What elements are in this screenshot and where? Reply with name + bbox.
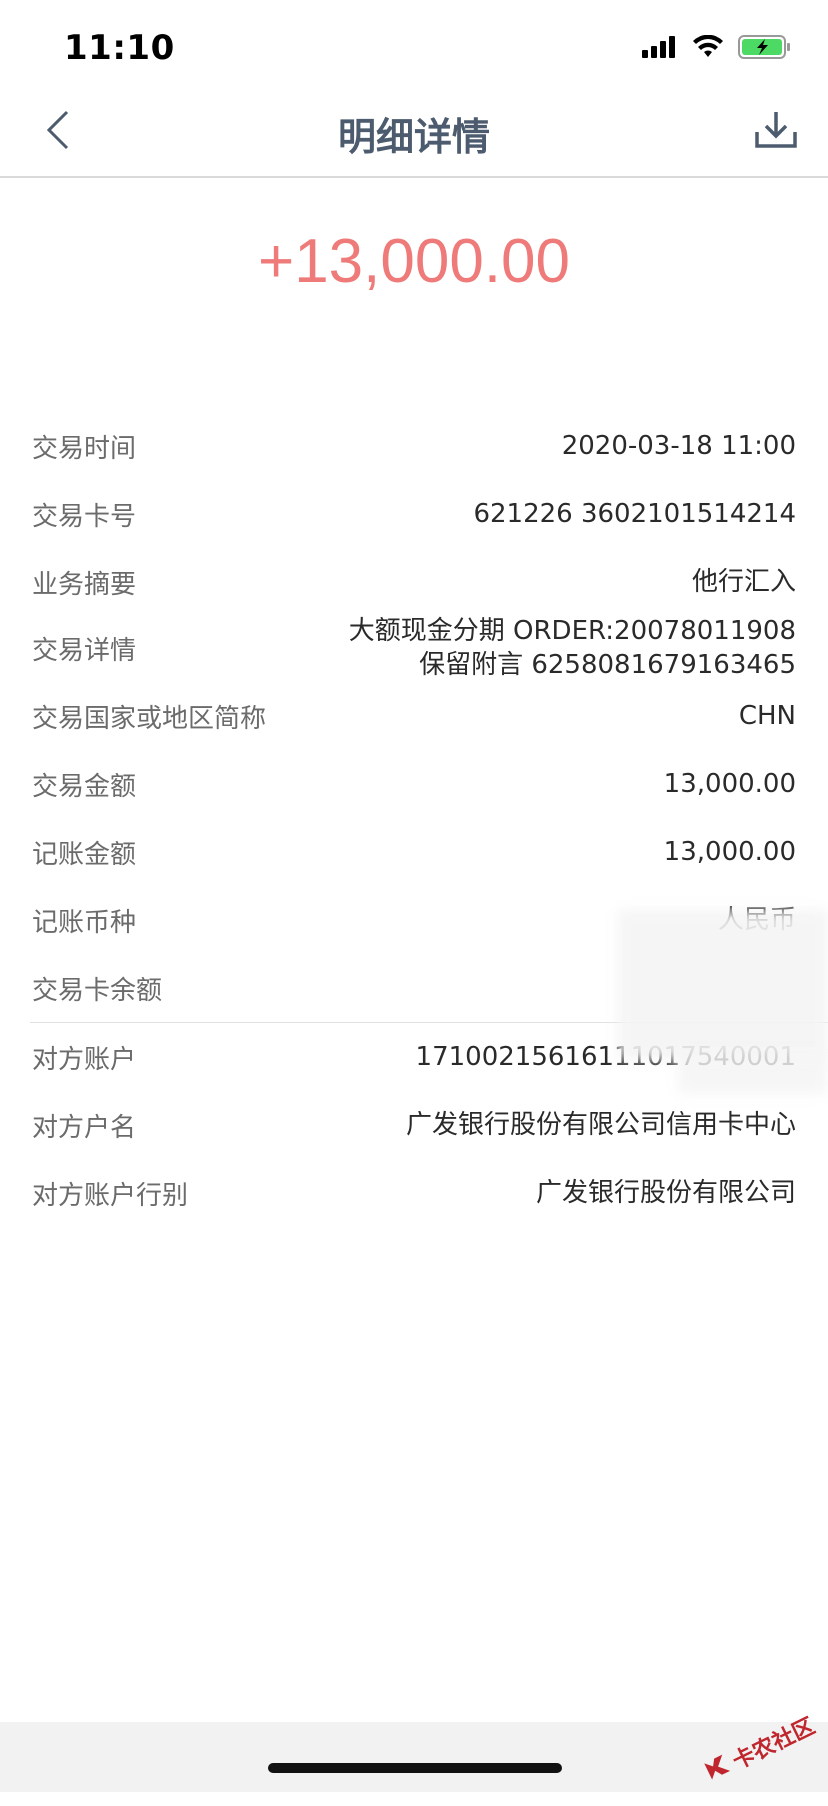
download-button[interactable] — [746, 102, 806, 162]
row-label: 交易国家或地区简称 — [32, 703, 267, 734]
row-value: CHN — [738, 701, 796, 731]
row-label: 交易卡余额 — [32, 975, 163, 1006]
home-indicator[interactable] — [268, 1763, 562, 1773]
download-icon — [754, 110, 798, 154]
signal-icon — [642, 35, 678, 63]
row-value: 13,000.00 — [663, 769, 796, 799]
row-label: 业务摘要 — [32, 569, 137, 600]
redaction-smudge — [618, 910, 828, 1060]
row-value: 2020-03-18 11:00 — [561, 431, 796, 461]
row-label: 对方户名 — [32, 1112, 137, 1143]
detail-row-detail: 交易详情 大额现金分期 ORDER:20078011908 保留附言 62580… — [0, 614, 828, 682]
row-label: 记账币种 — [32, 907, 137, 938]
detail-row-time: 交易时间 2020-03-18 11:00 — [0, 412, 828, 480]
row-label: 交易金额 — [32, 771, 137, 802]
detail-row-card: 交易卡号 621226 3602101514214 — [0, 480, 828, 548]
row-label: 记账金额 — [32, 839, 137, 870]
row-value: 他行汇入 — [691, 567, 796, 597]
row-value-multiline: 大额现金分期 ORDER:20078011908 保留附言 6258081679… — [349, 614, 796, 682]
row-label: 对方账户 — [32, 1044, 137, 1075]
row-label: 交易时间 — [32, 433, 137, 464]
detail-row-counter-bank: 对方账户行别 广发银行股份有限公司 — [0, 1159, 828, 1227]
row-label: 交易卡号 — [32, 501, 137, 532]
status-time: 11:10 — [64, 28, 175, 68]
row-value: 广发银行股份有限公司 — [535, 1178, 796, 1208]
row-value: 13,000.00 — [663, 837, 796, 867]
detail-row-trade-amount: 交易金额 13,000.00 — [0, 750, 828, 818]
detail-row-summary: 业务摘要 他行汇入 — [0, 548, 828, 616]
detail-row-book-amount: 记账金额 13,000.00 — [0, 818, 828, 886]
row-value-line: 保留附言 6258081679163465 — [419, 650, 796, 680]
detail-row-country: 交易国家或地区简称 CHN — [0, 682, 828, 750]
detail-list: 交易时间 2020-03-18 11:00 交易卡号 621226 360210… — [0, 412, 828, 1227]
status-icons — [642, 32, 792, 66]
row-value: 621226 3602101514214 — [473, 499, 796, 529]
row-value: 广发银行股份有限公司信用卡中心 — [405, 1110, 796, 1140]
page-title: 明细详情 — [337, 115, 490, 159]
row-label: 对方账户行别 — [32, 1180, 189, 1211]
detail-row-counter-name: 对方户名 广发银行股份有限公司信用卡中心 — [0, 1091, 828, 1159]
status-bar: 11:10 — [0, 0, 828, 90]
transaction-amount: +13,000.00 — [257, 227, 571, 296]
redaction-smudge — [678, 1054, 828, 1094]
row-value-line: 大额现金分期 ORDER:20078011908 — [348, 616, 796, 646]
nav-bar: 明细详情 — [0, 90, 828, 178]
row-label: 交易详情 — [32, 635, 137, 666]
wifi-icon — [692, 34, 724, 63]
battery-charging-icon — [738, 34, 792, 64]
bottom-bar — [0, 1722, 828, 1792]
